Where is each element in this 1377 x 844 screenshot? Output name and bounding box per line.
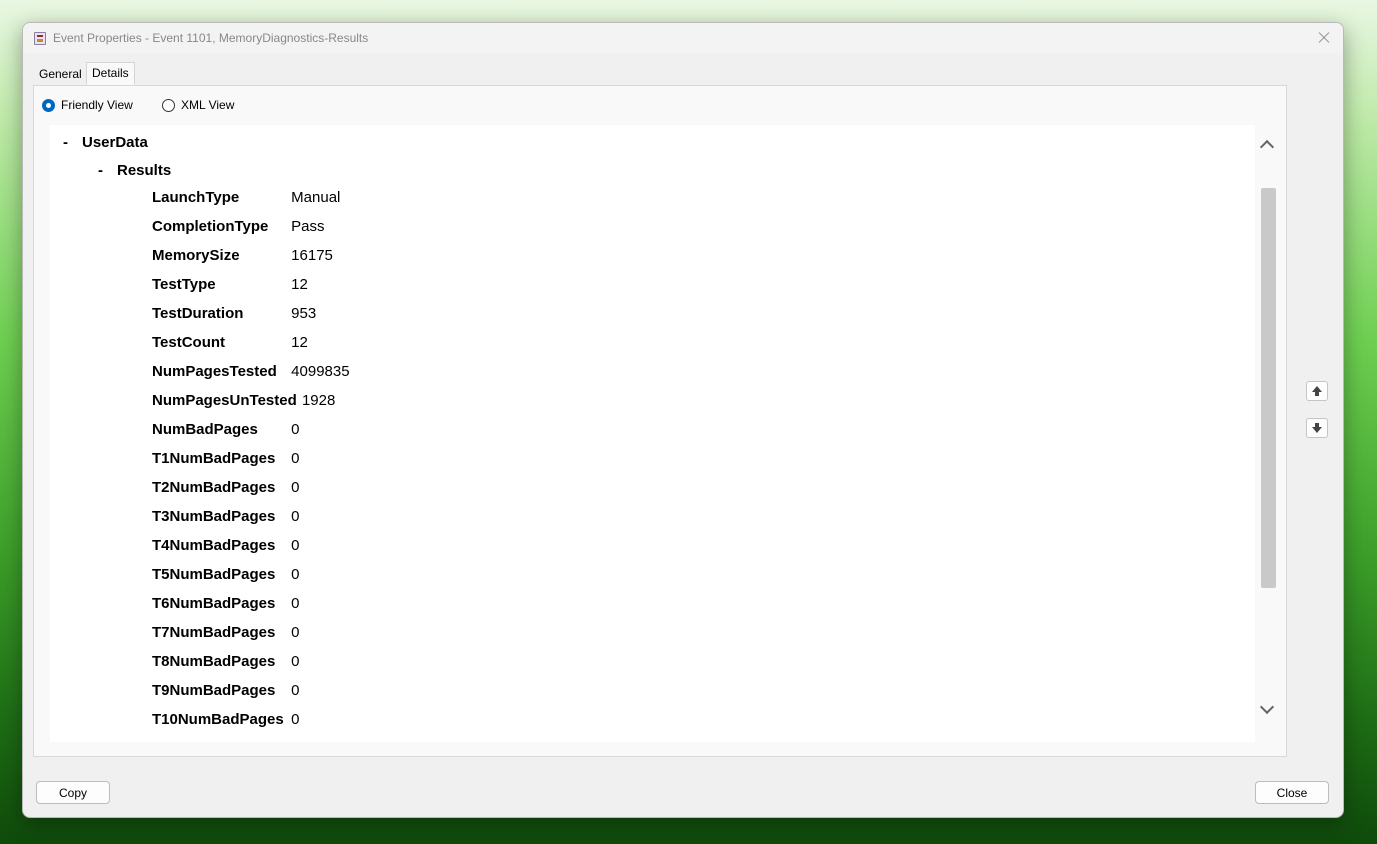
scroll-up-button[interactable] bbox=[1259, 138, 1275, 155]
previous-event-button[interactable] bbox=[1306, 381, 1328, 401]
field-name: T5NumBadPages bbox=[152, 566, 276, 583]
field-name: T10NumBadPages bbox=[152, 711, 284, 728]
field-row: T5NumBadPages 0 bbox=[152, 565, 300, 585]
field-row: LaunchType Manual bbox=[152, 188, 340, 208]
field-row: NumPagesUnTested 1928 bbox=[152, 391, 335, 411]
collapse-toggle[interactable]: - bbox=[98, 162, 117, 179]
tree-node-label: Results bbox=[117, 162, 172, 179]
field-value: 953 bbox=[291, 305, 317, 322]
field-value: 0 bbox=[291, 566, 300, 583]
field-name: MemorySize bbox=[152, 247, 240, 264]
tree-node-userdata: - UserData bbox=[63, 134, 148, 151]
arrow-up-icon bbox=[1312, 386, 1322, 396]
close-button[interactable]: Close bbox=[1255, 781, 1329, 804]
event-viewer-icon bbox=[34, 32, 46, 45]
field-value: Manual bbox=[291, 189, 341, 206]
field-value: 12 bbox=[291, 276, 308, 293]
tab-general[interactable]: General bbox=[37, 65, 84, 84]
tree-node-label: UserData bbox=[82, 134, 148, 151]
field-name: T3NumBadPages bbox=[152, 508, 276, 525]
details-panel: Friendly View XML View - UserData - Result… bbox=[33, 85, 1287, 757]
field-value: 16175 bbox=[291, 247, 333, 264]
field-value: 0 bbox=[291, 479, 300, 496]
radio-unchecked-icon[interactable] bbox=[162, 98, 175, 112]
field-name: NumBadPages bbox=[152, 421, 258, 438]
field-row: TestCount 12 bbox=[152, 333, 308, 353]
field-name: T7NumBadPages bbox=[152, 624, 276, 641]
tab-details[interactable]: Details bbox=[86, 62, 135, 85]
friendly-view-label: Friendly View bbox=[61, 98, 133, 112]
field-name: CompletionType bbox=[152, 218, 269, 235]
field-name: T4NumBadPages bbox=[152, 537, 276, 554]
field-name: TestType bbox=[152, 276, 216, 293]
field-row: TestType 12 bbox=[152, 275, 308, 295]
field-value: Pass bbox=[291, 218, 325, 235]
friendly-view-radio[interactable]: Friendly View bbox=[42, 96, 133, 114]
arrow-down-icon bbox=[1312, 423, 1322, 433]
friendly-view-content[interactable]: - UserData - Results LaunchType Manual Com… bbox=[50, 125, 1255, 742]
field-row: NumPagesTested 4099835 bbox=[152, 362, 350, 382]
window-title: Event Properties - Event 1101, MemoryDia… bbox=[53, 31, 369, 45]
field-value: 0 bbox=[291, 711, 300, 728]
field-value: 0 bbox=[291, 595, 300, 612]
field-name: T8NumBadPages bbox=[152, 653, 276, 670]
xml-view-radio[interactable]: XML View bbox=[162, 96, 234, 114]
close-window-icon[interactable] bbox=[1313, 27, 1335, 49]
tree-node-results: - Results bbox=[98, 162, 171, 179]
field-row: T4NumBadPages 0 bbox=[152, 536, 300, 556]
field-row: TestDuration 953 bbox=[152, 304, 316, 324]
field-row: T1NumBadPages 0 bbox=[152, 449, 300, 469]
field-row: T9NumBadPages 0 bbox=[152, 681, 300, 701]
field-row: MemorySize 16175 bbox=[152, 246, 333, 266]
field-row: T6NumBadPages 0 bbox=[152, 594, 300, 614]
field-value: 12 bbox=[291, 334, 308, 351]
field-row: T10NumBadPages 0 bbox=[152, 710, 300, 730]
field-value: 0 bbox=[291, 653, 300, 670]
field-row: CompletionType Pass bbox=[152, 217, 325, 237]
field-value: 0 bbox=[291, 537, 300, 554]
title-bar: Event Properties - Event 1101, MemoryDia… bbox=[23, 23, 1343, 53]
scrollbar-thumb[interactable] bbox=[1261, 188, 1276, 588]
xml-view-label: XML View bbox=[181, 98, 235, 112]
field-name: LaunchType bbox=[152, 189, 240, 206]
event-properties-window: Event Properties - Event 1101, MemoryDia… bbox=[22, 22, 1344, 818]
field-value: 0 bbox=[291, 508, 300, 525]
radio-checked-icon[interactable] bbox=[42, 98, 55, 112]
field-value: 0 bbox=[291, 450, 300, 467]
collapse-toggle[interactable]: - bbox=[63, 134, 82, 151]
field-value: 0 bbox=[291, 421, 300, 438]
field-name: T6NumBadPages bbox=[152, 595, 276, 612]
field-value: 0 bbox=[291, 624, 300, 641]
field-row: T3NumBadPages 0 bbox=[152, 507, 300, 527]
field-value: 1928 bbox=[301, 392, 336, 409]
next-event-button[interactable] bbox=[1306, 418, 1328, 438]
field-name: TestDuration bbox=[152, 305, 244, 322]
chevron-down-icon bbox=[1259, 699, 1275, 715]
chevron-up-icon bbox=[1259, 139, 1275, 155]
field-name: T1NumBadPages bbox=[152, 450, 276, 467]
field-name: NumPagesTested bbox=[152, 363, 277, 380]
field-value: 4099835 bbox=[291, 363, 350, 380]
vertical-scrollbar[interactable] bbox=[1257, 128, 1277, 738]
copy-button[interactable]: Copy bbox=[36, 781, 110, 804]
field-value: 0 bbox=[291, 682, 300, 699]
field-name: NumPagesUnTested bbox=[152, 392, 297, 409]
field-row: NumBadPages 0 bbox=[152, 420, 300, 440]
field-row: T2NumBadPages 0 bbox=[152, 478, 300, 498]
field-name: T2NumBadPages bbox=[152, 479, 276, 496]
field-name: TestCount bbox=[152, 334, 226, 351]
field-row: T7NumBadPages 0 bbox=[152, 623, 300, 643]
scroll-down-button[interactable] bbox=[1259, 699, 1275, 716]
field-name: T9NumBadPages bbox=[152, 682, 276, 699]
field-row: T8NumBadPages 0 bbox=[152, 652, 300, 672]
